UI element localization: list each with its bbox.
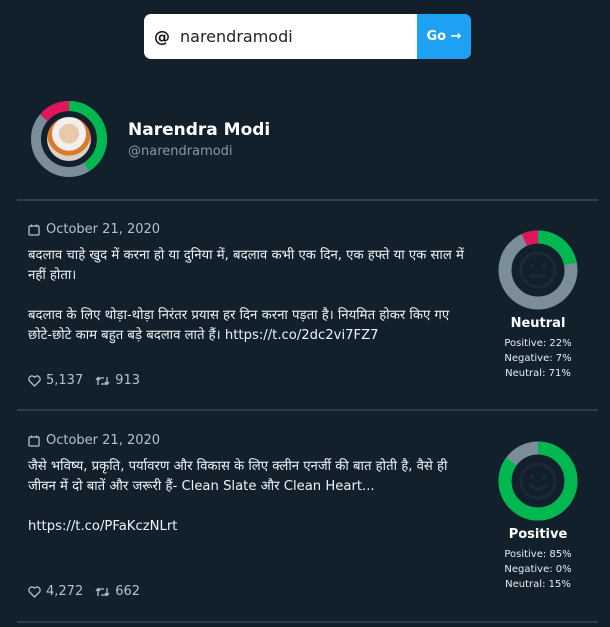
sentiment-donut-chart	[498, 441, 578, 521]
negative-percent: Negative: 0%	[504, 564, 572, 575]
search-input[interactable]	[180, 14, 417, 59]
tweet-text: बदलाव चाहे खुद में करना हो या दुनिया में…	[28, 248, 464, 343]
sentiment-summary: Positive Positive: 85% Negative: 0% Neut…	[483, 441, 593, 592]
neutral-percent: Neutral: 71%	[505, 368, 571, 379]
tweet-card: October 21, 2020 बदलाव चाहे खुद में करना…	[28, 222, 598, 388]
neutral-percent: Neutral: 15%	[505, 579, 571, 590]
profile-name: Narendra Modi	[128, 119, 271, 140]
calendar-icon	[28, 435, 40, 447]
positive-percent: Positive: 22%	[504, 338, 572, 349]
heart-icon[interactable]	[28, 585, 41, 598]
neutral-face-icon	[519, 251, 557, 289]
retweet-icon[interactable]	[95, 586, 110, 598]
search-bar: @ Go →	[144, 14, 471, 59]
go-button[interactable]: Go →	[417, 14, 471, 59]
avatar[interactable]	[47, 117, 91, 161]
sentiment-label: Positive	[508, 527, 568, 542]
tweet-card: October 21, 2020 जैसे भविष्य, प्रकृति, प…	[28, 433, 598, 599]
tweet-date: October 21, 2020	[46, 222, 161, 237]
heart-icon[interactable]	[28, 374, 41, 387]
at-sign: @	[154, 27, 170, 46]
tweet-date: October 21, 2020	[46, 433, 161, 448]
smiling-face-icon	[519, 462, 557, 500]
retweet-count: 913	[115, 373, 141, 388]
divider	[17, 409, 598, 411]
profile-header: Narendra Modi @narendramodi	[28, 98, 270, 180]
retweet-icon[interactable]	[95, 375, 110, 387]
profile-sentiment-ring	[28, 98, 110, 180]
sentiment-summary: Neutral Positive: 22% Negative: 7% Neutr…	[483, 230, 593, 381]
tweet-text: जैसे भविष्य, प्रकृति, पर्यावरण और विकास …	[28, 459, 448, 534]
divider	[17, 621, 598, 623]
sentiment-donut-chart	[498, 230, 578, 310]
divider	[17, 199, 598, 201]
like-count: 4,272	[46, 584, 84, 599]
retweet-count: 662	[115, 584, 141, 599]
positive-percent: Positive: 85%	[504, 549, 572, 560]
calendar-icon	[28, 224, 40, 236]
sentiment-label: Neutral	[510, 316, 566, 331]
negative-percent: Negative: 7%	[504, 353, 572, 364]
profile-handle: @narendramodi	[128, 143, 233, 159]
like-count: 5,137	[46, 373, 84, 388]
